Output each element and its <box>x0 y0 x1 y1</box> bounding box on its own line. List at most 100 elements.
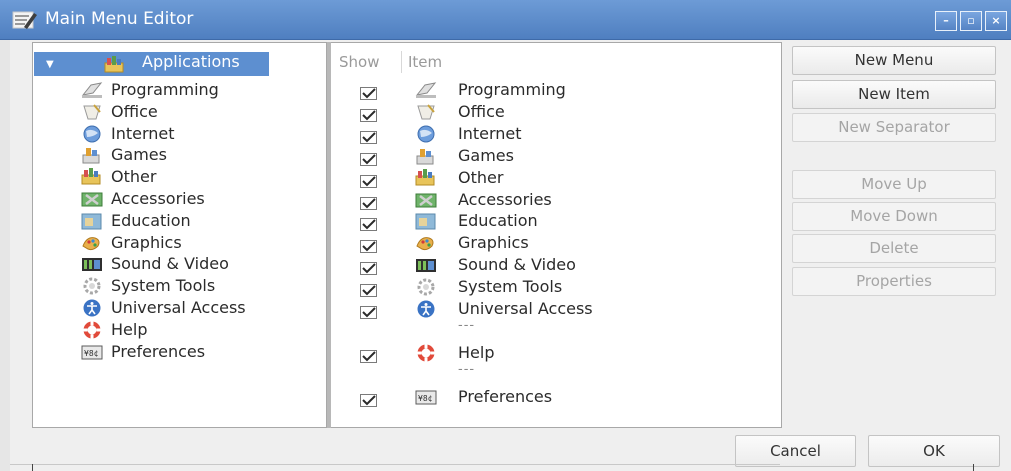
menu-tree[interactable]: ▼ Applications Programming Office Internet… <box>32 42 327 428</box>
tree-item-label: System Tools <box>111 276 216 296</box>
show-checkbox[interactable] <box>360 106 377 122</box>
tree-item-label: Universal Access <box>111 298 246 317</box>
tree-item[interactable]: Sound & Video <box>33 253 323 275</box>
tree-item-label: Preferences <box>111 341 206 361</box>
tree-item-label: Other <box>111 167 157 187</box>
menu-editor-icon <box>12 11 37 29</box>
help-icon <box>81 321 103 339</box>
list-item[interactable]: Games <box>331 145 776 167</box>
tree-item-label: Sound & Video <box>111 254 229 274</box>
show-checkbox[interactable] <box>360 128 377 144</box>
universal-access-icon <box>81 299 103 317</box>
show-checkbox[interactable] <box>360 215 377 232</box>
graphics-icon <box>81 234 103 252</box>
tree-item[interactable]: Education <box>33 210 323 232</box>
main-menu-editor-window: Main Menu Editor – ▫ × ▼ Applications Pr… <box>0 0 1011 471</box>
other-icon <box>415 168 437 187</box>
tree-item[interactable]: Office <box>33 101 323 123</box>
column-header-show[interactable]: Show <box>339 51 379 73</box>
list-item[interactable]: Internet <box>331 123 776 145</box>
svg-text:¥8¢: ¥8¢ <box>418 394 433 403</box>
properties-button[interactable]: Properties <box>792 267 996 296</box>
list-item[interactable]: Programming <box>331 79 776 101</box>
expander-arrow-icon[interactable]: ▼ <box>46 59 54 70</box>
show-checkbox[interactable] <box>360 237 377 254</box>
tree-item[interactable]: Graphics <box>33 232 323 254</box>
delete-button[interactable]: Delete <box>792 234 996 263</box>
bottom-divider <box>10 464 780 465</box>
list-item[interactable]: Graphics <box>331 232 776 254</box>
list-item[interactable]: Help <box>331 342 776 364</box>
tree-item[interactable]: System Tools <box>33 275 323 297</box>
new-item-button[interactable]: New Item <box>792 80 996 109</box>
tree-item[interactable]: Programming <box>33 79 323 101</box>
move-down-button[interactable]: Move Down <box>792 202 996 231</box>
education-icon <box>81 212 103 230</box>
list-item-label: Games <box>458 145 514 165</box>
list-item-label: Programming <box>458 80 566 99</box>
list-item[interactable]: Other <box>331 167 776 189</box>
close-icon[interactable]: × <box>985 11 1007 31</box>
cancel-button[interactable]: Cancel <box>735 435 856 467</box>
list-item[interactable]: Office <box>331 101 776 123</box>
list-item[interactable]: Universal Access <box>331 298 776 320</box>
list-item[interactable]: ¥8¢ Preferences <box>331 386 776 408</box>
show-checkbox[interactable] <box>360 391 377 407</box>
new-menu-button[interactable]: New Menu <box>792 46 996 75</box>
tree-item-label: Internet <box>111 123 175 143</box>
show-checkbox[interactable] <box>360 281 377 298</box>
show-checkbox[interactable] <box>360 194 377 210</box>
universal-access-icon <box>415 300 437 318</box>
tree-item-label: Programming <box>111 80 219 99</box>
accessories-icon <box>81 190 103 208</box>
tree-root-applications[interactable]: ▼ Applications <box>34 52 269 76</box>
menu-item-list[interactable]: Show Item Programming Office Internet Games… <box>331 42 782 428</box>
accessories-icon <box>415 191 437 209</box>
tree-item[interactable]: Internet <box>33 123 323 145</box>
list-item[interactable]: Education <box>331 210 776 232</box>
list-item-label: Accessories <box>458 189 552 209</box>
menu-separator[interactable]: --- <box>458 362 475 377</box>
tree-item-label: Office <box>111 101 158 121</box>
show-checkbox[interactable] <box>360 172 377 188</box>
other-icon <box>81 168 103 186</box>
tree-item-label: Accessories <box>111 189 205 208</box>
new-separator-button[interactable]: New Separator <box>792 113 996 142</box>
bottom-marker <box>32 464 33 471</box>
list-item-label: Internet <box>458 123 522 143</box>
show-checkbox[interactable] <box>360 84 377 100</box>
column-separator <box>401 51 402 73</box>
minimize-icon[interactable]: – <box>935 11 957 31</box>
tree-item[interactable]: Other <box>33 166 323 188</box>
maximize-icon[interactable]: ▫ <box>960 11 982 31</box>
title-bar[interactable]: Main Menu Editor – ▫ × <box>0 0 1011 40</box>
window-title: Main Menu Editor <box>45 9 194 29</box>
tree-item-label: Graphics <box>111 232 182 252</box>
show-checkbox[interactable] <box>360 303 377 319</box>
show-checkbox[interactable] <box>360 259 377 276</box>
menu-separator[interactable]: --- <box>458 318 475 333</box>
list-item-label: Preferences <box>458 386 553 406</box>
tree-item[interactable]: Universal Access <box>33 297 323 319</box>
tree-item[interactable]: Help <box>33 319 323 341</box>
preferences-icon: ¥8¢ <box>415 388 437 406</box>
svg-text:¥8¢: ¥8¢ <box>84 349 99 358</box>
show-checkbox[interactable] <box>360 347 377 363</box>
tree-item[interactable]: Games <box>33 144 323 166</box>
ok-button[interactable]: OK <box>868 435 1000 467</box>
list-item[interactable]: Sound & Video <box>331 254 776 276</box>
show-checkbox[interactable] <box>360 150 377 166</box>
column-header-item[interactable]: Item <box>408 51 442 73</box>
list-item[interactable]: System Tools <box>331 276 776 298</box>
tree-item[interactable]: ¥8¢ Preferences <box>33 341 323 363</box>
window-left-border <box>0 40 10 471</box>
graphics-icon <box>415 234 437 252</box>
internet-icon <box>415 125 437 143</box>
list-item[interactable]: Accessories <box>331 189 776 211</box>
sound-video-icon <box>81 255 103 273</box>
games-icon <box>415 147 437 165</box>
tree-item[interactable]: Accessories <box>33 188 323 210</box>
list-item-label: Education <box>458 211 538 231</box>
list-item-label: Graphics <box>458 233 529 253</box>
move-up-button[interactable]: Move Up <box>792 170 996 199</box>
